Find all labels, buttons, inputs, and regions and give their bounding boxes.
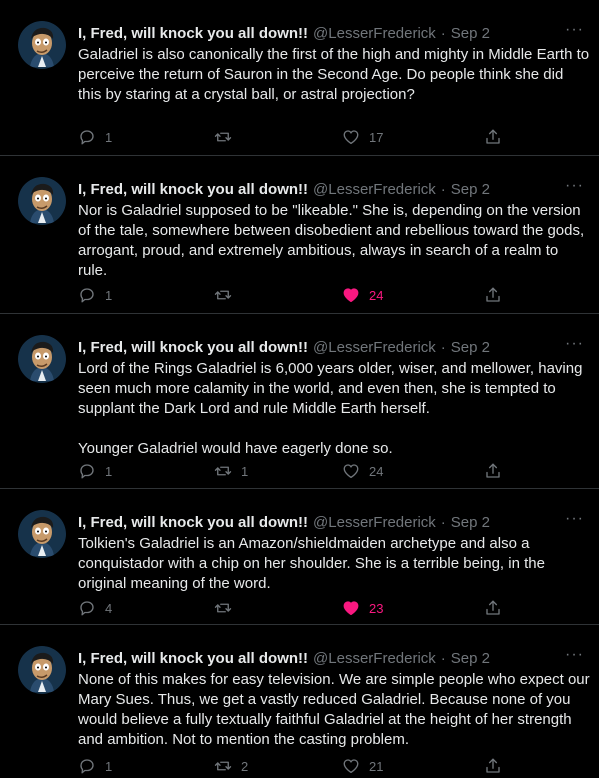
tweet-header: I, Fred, will knock you all down!! @Less… bbox=[78, 511, 490, 533]
date-separator: · bbox=[440, 513, 446, 531]
like-count: 21 bbox=[369, 758, 384, 774]
share-button[interactable] bbox=[484, 462, 502, 480]
more-icon[interactable]: ··· bbox=[565, 22, 584, 38]
retweet-icon bbox=[214, 290, 232, 300]
reply-count: 4 bbox=[105, 600, 113, 616]
reply-icon bbox=[80, 601, 94, 616]
reply-button[interactable]: 1 bbox=[78, 757, 112, 775]
avatar[interactable] bbox=[18, 335, 66, 383]
date-separator: · bbox=[440, 180, 446, 198]
tweet-header: I, Fred, will knock you all down!! @Less… bbox=[78, 178, 490, 200]
more-icon[interactable]: ··· bbox=[565, 336, 584, 352]
tweet-text: Tolkien's Galadriel is an Amazon/shieldm… bbox=[78, 535, 550, 592]
reply-icon bbox=[80, 464, 94, 479]
share-icon bbox=[486, 129, 500, 144]
retweet-button[interactable]: 2 bbox=[214, 757, 248, 775]
avatar[interactable] bbox=[18, 510, 66, 558]
retweet-icon bbox=[214, 132, 232, 142]
more-icon[interactable]: ··· bbox=[565, 647, 584, 663]
share-icon bbox=[486, 463, 500, 478]
retweet-icon bbox=[214, 603, 232, 613]
retweet-count: 2 bbox=[241, 758, 249, 774]
heart-icon bbox=[343, 601, 359, 616]
author-handle[interactable]: @LesserFrederick bbox=[313, 339, 436, 356]
like-button[interactable]: 21 bbox=[342, 757, 383, 775]
retweet-icon bbox=[214, 761, 232, 771]
like-button[interactable]: 17 bbox=[342, 128, 383, 146]
date-separator: · bbox=[440, 24, 446, 42]
tweet-date[interactable]: Sep 2 bbox=[451, 339, 490, 356]
share-icon bbox=[486, 600, 500, 615]
author-name[interactable]: I, Fred, will knock you all down!! bbox=[78, 181, 308, 198]
reply-button[interactable]: 1 bbox=[78, 128, 112, 146]
share-button[interactable] bbox=[484, 599, 502, 617]
liked-button[interactable]: 23 bbox=[342, 599, 383, 617]
tweet-date[interactable]: Sep 2 bbox=[451, 181, 490, 198]
retweet-icon bbox=[214, 466, 232, 476]
tweet-text: Galadriel is also canonically the first … bbox=[78, 46, 594, 103]
reply-button[interactable]: 1 bbox=[78, 462, 112, 480]
author-handle[interactable]: @LesserFrederick bbox=[313, 514, 436, 531]
author-handle[interactable]: @LesserFrederick bbox=[313, 25, 436, 42]
reply-icon bbox=[80, 759, 94, 774]
author-handle[interactable]: @LesserFrederick bbox=[313, 181, 436, 198]
retweet-button[interactable] bbox=[214, 286, 241, 304]
reply-count: 1 bbox=[105, 287, 113, 303]
tweet-date[interactable]: Sep 2 bbox=[451, 650, 490, 667]
tweet-text: None of this makes for easy television. … bbox=[78, 671, 594, 748]
tweet-thread: I, Fred, will knock you all down!! @Less… bbox=[0, 0, 599, 778]
more-icon[interactable]: ··· bbox=[565, 511, 584, 527]
reply-count: 1 bbox=[105, 129, 113, 145]
avatar[interactable] bbox=[18, 21, 66, 69]
reply-count: 1 bbox=[105, 758, 113, 774]
author-name[interactable]: I, Fred, will knock you all down!! bbox=[78, 650, 308, 667]
share-button[interactable] bbox=[484, 757, 502, 775]
tweet[interactable]: I, Fred, will knock you all down!! @Less… bbox=[0, 314, 599, 489]
liked-button[interactable]: 24 bbox=[342, 286, 383, 304]
like-button[interactable]: 24 bbox=[342, 462, 383, 480]
retweet-button[interactable] bbox=[214, 128, 241, 146]
reply-icon bbox=[80, 130, 94, 145]
tweet-date[interactable]: Sep 2 bbox=[451, 25, 490, 42]
reply-button[interactable]: 1 bbox=[78, 286, 112, 304]
author-name[interactable]: I, Fred, will knock you all down!! bbox=[78, 339, 308, 356]
author-name[interactable]: I, Fred, will knock you all down!! bbox=[78, 25, 308, 42]
more-icon[interactable]: ··· bbox=[565, 178, 584, 194]
heart-icon bbox=[343, 759, 359, 774]
like-count: 23 bbox=[369, 600, 384, 616]
heart-icon bbox=[343, 130, 359, 145]
reply-button[interactable]: 4 bbox=[78, 599, 112, 617]
avatar[interactable] bbox=[18, 177, 66, 225]
share-button[interactable] bbox=[484, 286, 502, 304]
share-icon bbox=[486, 287, 500, 302]
tweet[interactable]: I, Fred, will knock you all down!! @Less… bbox=[0, 156, 599, 314]
reply-count: 1 bbox=[105, 463, 113, 479]
tweet-header: I, Fred, will knock you all down!! @Less… bbox=[78, 647, 490, 669]
retweet-count: 1 bbox=[241, 463, 249, 479]
tweet-header: I, Fred, will knock you all down!! @Less… bbox=[78, 336, 490, 358]
tweet[interactable]: I, Fred, will knock you all down!! @Less… bbox=[0, 0, 599, 156]
tweet-text: Lord of the Rings Galadriel is 6,000 yea… bbox=[78, 360, 583, 457]
retweet-button[interactable]: 1 bbox=[214, 462, 248, 480]
like-count: 17 bbox=[369, 129, 384, 145]
like-count: 24 bbox=[369, 287, 384, 303]
like-count: 24 bbox=[369, 463, 384, 479]
reply-icon bbox=[80, 288, 94, 303]
author-name[interactable]: I, Fred, will knock you all down!! bbox=[78, 514, 308, 531]
tweet-date[interactable]: Sep 2 bbox=[451, 514, 490, 531]
tweet-header: I, Fred, will knock you all down!! @Less… bbox=[78, 22, 490, 44]
heart-icon bbox=[343, 288, 359, 303]
avatar[interactable] bbox=[18, 646, 66, 694]
share-button[interactable] bbox=[484, 128, 502, 146]
date-separator: · bbox=[440, 338, 446, 356]
author-handle[interactable]: @LesserFrederick bbox=[313, 650, 436, 667]
retweet-button[interactable] bbox=[214, 599, 241, 617]
heart-icon bbox=[343, 464, 359, 479]
share-icon bbox=[486, 758, 500, 773]
tweet-text: Nor is Galadriel supposed to be "likeabl… bbox=[78, 202, 589, 279]
tweet[interactable]: I, Fred, will knock you all down!! @Less… bbox=[0, 489, 599, 625]
date-separator: · bbox=[440, 649, 446, 667]
tweet[interactable]: I, Fred, will knock you all down!! @Less… bbox=[0, 625, 599, 778]
